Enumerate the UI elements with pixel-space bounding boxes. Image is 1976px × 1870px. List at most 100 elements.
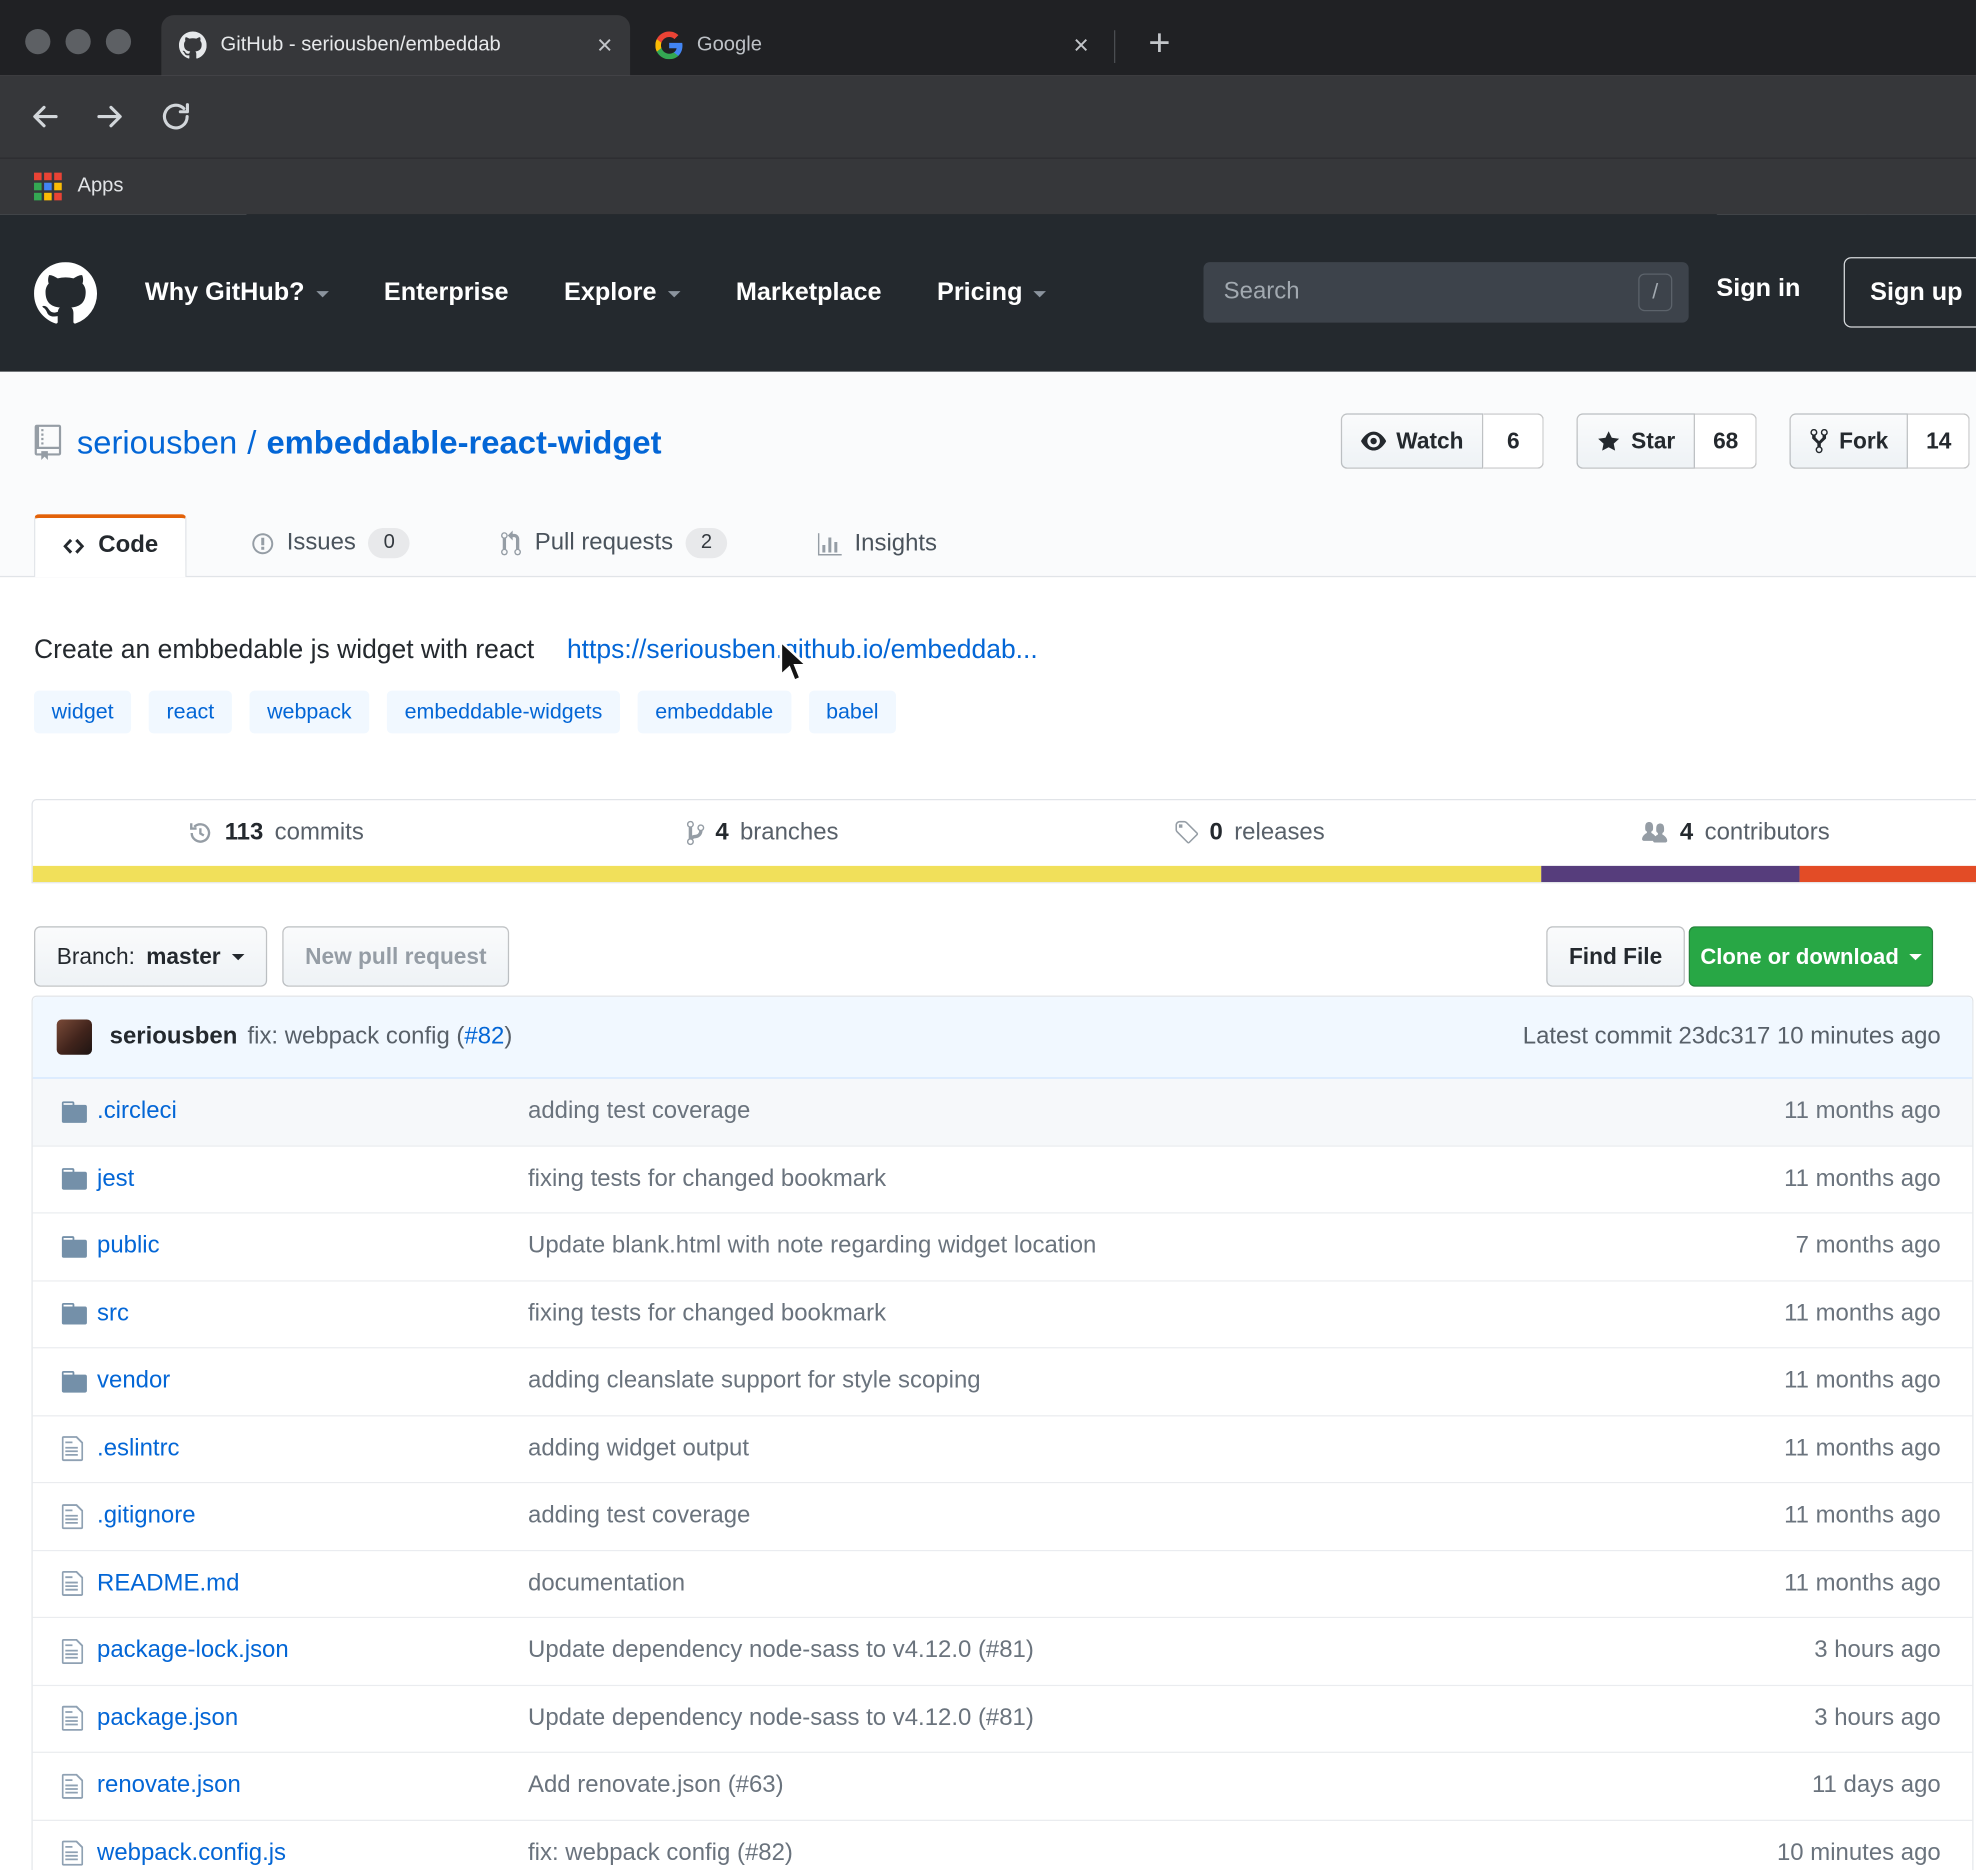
browser-tab-google[interactable]: Google × <box>638 15 1107 75</box>
sign-up-button[interactable]: Sign up <box>1844 257 1976 328</box>
sign-in-link[interactable]: Sign in <box>1716 275 1800 304</box>
commit-message[interactable]: fixing tests for changed bookmark <box>528 1165 1774 1193</box>
file-name[interactable]: jest <box>97 1165 134 1191</box>
header-nav-item[interactable]: Explore <box>564 279 680 308</box>
folder-icon <box>62 1232 87 1261</box>
branches-stat[interactable]: 4branches <box>519 819 1005 847</box>
contributors-stat[interactable]: 4contributors <box>1492 819 1976 847</box>
releases-stat[interactable]: 0releases <box>1006 819 1492 847</box>
commit-message[interactable]: adding cleanslate support for style scop… <box>528 1368 1774 1396</box>
header-nav-item[interactable]: Enterprise <box>384 279 509 308</box>
forward-icon[interactable] <box>93 100 127 134</box>
search-input[interactable] <box>1203 279 1581 307</box>
header-nav-item[interactable]: Marketplace <box>736 279 882 308</box>
header-nav-item[interactable]: Pricing <box>937 279 1046 308</box>
fork-button[interactable]: Fork <box>1790 413 1908 468</box>
tab-pull-requests[interactable]: Pull requests 2 <box>474 510 753 576</box>
topic-tag[interactable]: webpack <box>249 691 369 734</box>
commit-message[interactable]: adding widget output <box>528 1435 1774 1463</box>
clone-or-download-button[interactable]: Clone or download <box>1689 926 1933 986</box>
file-name[interactable]: public <box>97 1233 160 1259</box>
reload-icon[interactable] <box>159 100 193 134</box>
commit-message[interactable]: Update blank.html with note regarding wi… <box>528 1233 1786 1261</box>
topic-tag[interactable]: embeddable <box>638 691 791 734</box>
tab-issues[interactable]: Issues 0 <box>224 510 437 576</box>
topic-tag[interactable]: embeddable-widgets <box>387 691 620 734</box>
new-tab-button[interactable]: + <box>1138 23 1181 66</box>
fork-count[interactable]: 14 <box>1908 413 1970 468</box>
star-count[interactable]: 68 <box>1695 413 1757 468</box>
table-row[interactable]: public Update blank.html with note regar… <box>33 1214 1972 1281</box>
language-segment <box>1541 866 1800 882</box>
commit-message[interactable]: fix: webpack config (#82) <box>528 1840 1767 1868</box>
minimize-window-button[interactable] <box>66 29 91 54</box>
back-icon[interactable] <box>28 100 62 134</box>
file-name[interactable]: src <box>97 1300 129 1326</box>
topic-tag[interactable]: babel <box>808 691 896 734</box>
apps-shortcut[interactable]: Apps <box>78 175 124 198</box>
table-row[interactable]: .eslintrc adding widget output 11 months… <box>33 1416 1972 1483</box>
branch-selector[interactable]: Branch: master <box>34 926 267 986</box>
new-pull-request-button[interactable]: New pull request <box>282 926 509 986</box>
table-row[interactable]: jest fixing tests for changed bookmark 1… <box>33 1146 1972 1213</box>
commit-issue-link[interactable]: #82 <box>464 1023 504 1051</box>
close-window-button[interactable] <box>25 29 50 54</box>
window-controls[interactable] <box>25 29 131 54</box>
commit-age: 11 months ago <box>1784 1368 1941 1396</box>
language-bar[interactable] <box>33 866 1976 882</box>
commit-message[interactable]: Update dependency node-sass to v4.12.0 (… <box>528 1637 1804 1665</box>
table-row[interactable]: webpack.config.js fix: webpack config (#… <box>33 1820 1972 1870</box>
file-name[interactable]: package-lock.json <box>97 1637 289 1663</box>
watch-button[interactable]: Watch <box>1341 413 1484 468</box>
commits-stat[interactable]: 113commits <box>33 819 519 847</box>
file-name[interactable]: webpack.config.js <box>97 1840 286 1866</box>
file-name[interactable]: .gitignore <box>97 1502 196 1528</box>
browser-tab-github[interactable]: GitHub - seriousben/embeddab × <box>161 15 630 75</box>
repo-name-link[interactable]: embeddable-react-widget <box>266 423 661 461</box>
github-logo-icon[interactable] <box>34 262 97 325</box>
commit-message[interactable]: adding test coverage <box>528 1502 1774 1530</box>
commit-age: 11 days ago <box>1812 1772 1941 1800</box>
repo-owner-link[interactable]: seriousben <box>77 423 237 461</box>
repo-description: Create an embbedable js widget with reac… <box>34 635 534 665</box>
file-name[interactable]: .eslintrc <box>97 1435 180 1461</box>
topic-tag[interactable]: react <box>149 691 232 734</box>
find-file-button[interactable]: Find File <box>1546 926 1685 986</box>
close-tab-icon[interactable]: × <box>1073 32 1088 58</box>
close-tab-icon[interactable]: × <box>597 32 612 58</box>
graph-icon <box>818 532 842 556</box>
table-row[interactable]: .gitignore adding test coverage 11 month… <box>33 1483 1972 1550</box>
file-name[interactable]: package.json <box>97 1705 238 1731</box>
commit-message[interactable]: fixing tests for changed bookmark <box>528 1300 1774 1328</box>
watch-count[interactable]: 6 <box>1484 413 1544 468</box>
table-row[interactable]: .circleci adding test coverage 11 months… <box>33 1079 1972 1146</box>
pull-request-icon <box>501 530 522 556</box>
table-row[interactable]: package-lock.json Update dependency node… <box>33 1618 1972 1685</box>
file-name[interactable]: .circleci <box>97 1098 177 1124</box>
commit-author-avatar[interactable] <box>57 1020 92 1055</box>
file-name[interactable]: renovate.json <box>97 1772 241 1798</box>
commit-sha[interactable]: 23dc317 <box>1678 1023 1770 1049</box>
star-button[interactable]: Star <box>1577 413 1695 468</box>
table-row[interactable]: vendor adding cleanslate support for sty… <box>33 1348 1972 1415</box>
commit-message[interactable]: Update dependency node-sass to v4.12.0 (… <box>528 1705 1804 1733</box>
topic-tag[interactable]: widget <box>34 691 131 734</box>
repo-website-link[interactable]: https://seriousben.github.io/embeddab... <box>567 635 1038 665</box>
table-row[interactable]: renovate.json Add renovate.json (#63) 11… <box>33 1753 1972 1820</box>
file-name[interactable]: vendor <box>97 1368 170 1394</box>
table-row[interactable]: README.md documentation 11 months ago <box>33 1551 1972 1618</box>
commit-message[interactable]: documentation <box>528 1570 1774 1598</box>
slash-shortcut-badge: / <box>1638 273 1672 311</box>
tab-code[interactable]: Code <box>34 514 186 577</box>
commit-message[interactable]: Add renovate.json (#63) <box>528 1772 1802 1800</box>
commit-author-link[interactable]: seriousben <box>110 1023 238 1051</box>
table-row[interactable]: src fixing tests for changed bookmark 11… <box>33 1281 1972 1348</box>
commit-message[interactable]: adding test coverage <box>528 1098 1774 1126</box>
table-row[interactable]: package.json Update dependency node-sass… <box>33 1686 1972 1753</box>
commit-age: 11 months ago <box>1784 1165 1941 1193</box>
tab-insights[interactable]: Insights <box>792 513 964 576</box>
header-nav-item[interactable]: Why GitHub? <box>145 279 329 308</box>
maximize-window-button[interactable] <box>106 29 131 54</box>
file-name[interactable]: README.md <box>97 1570 239 1596</box>
github-search[interactable]: / <box>1203 262 1688 322</box>
